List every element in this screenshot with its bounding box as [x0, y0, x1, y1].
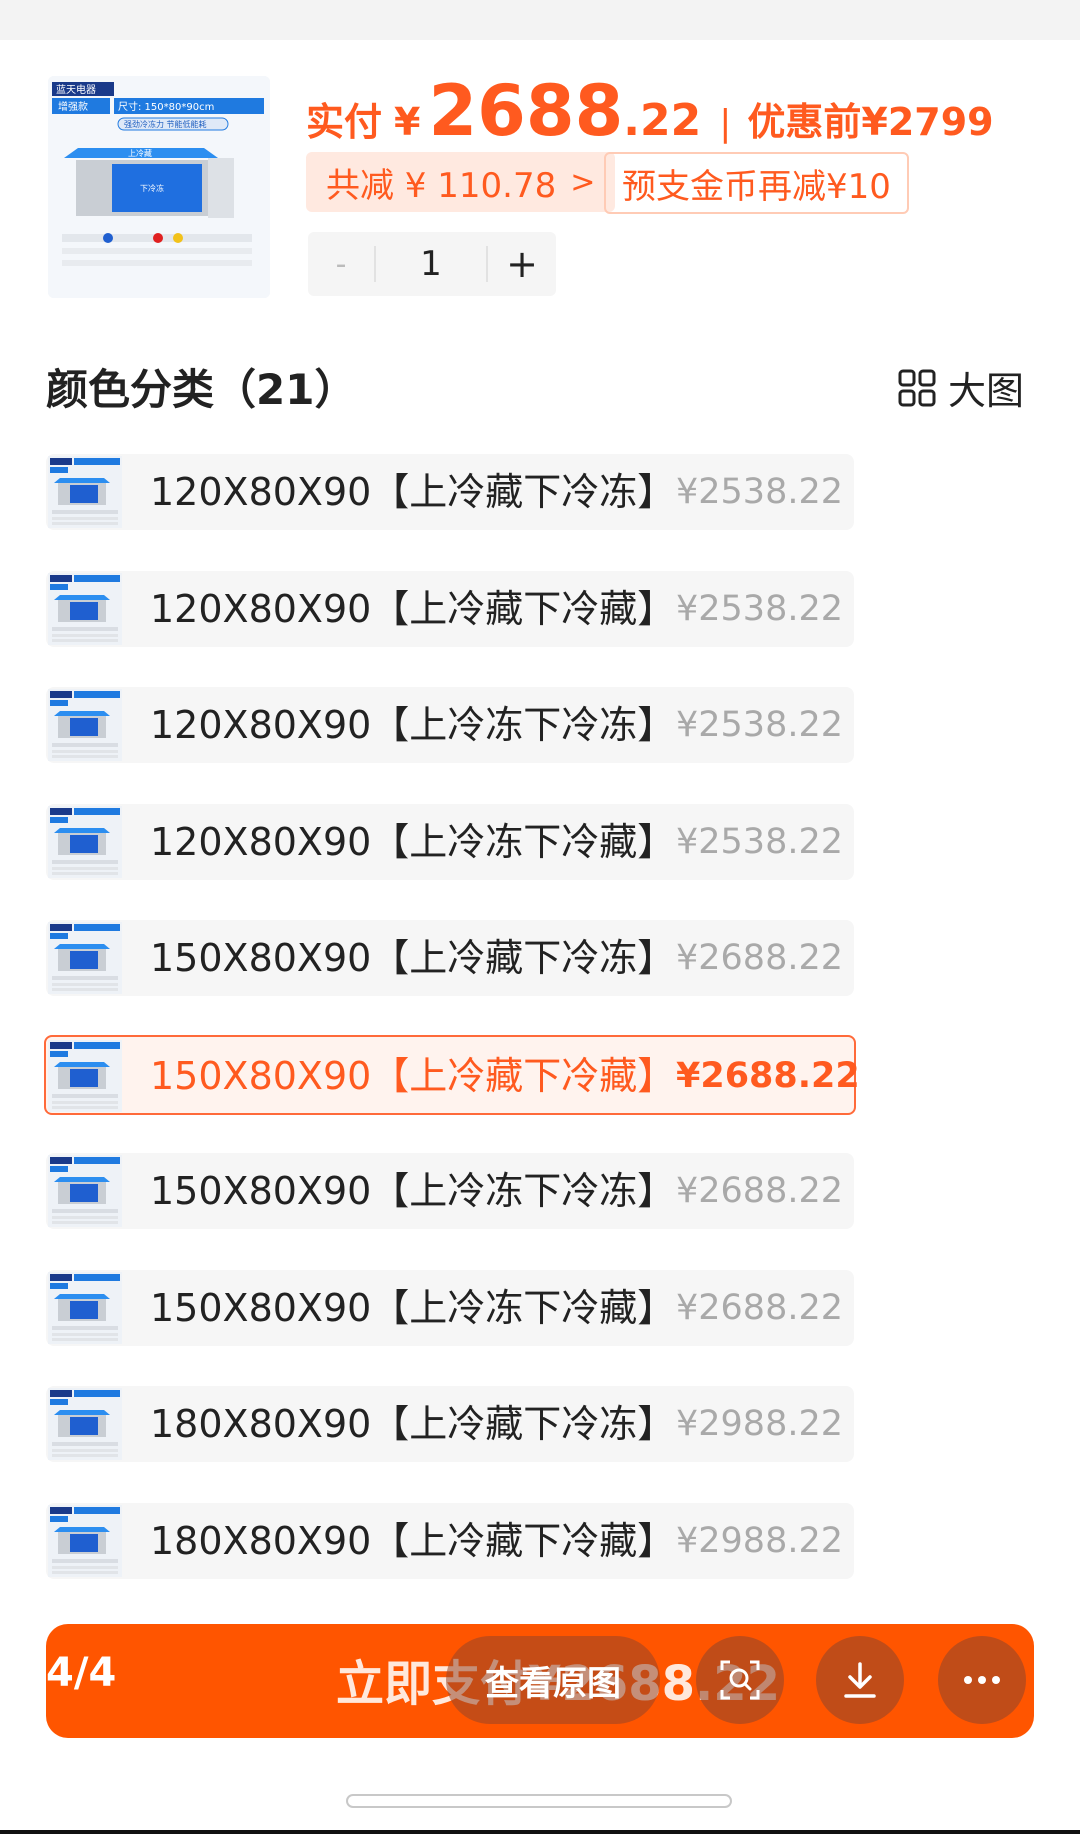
actual-price-line: 实付 ¥ 2688 .22 | 优惠前 ¥2799 [306, 70, 994, 152]
option-thumbnail [48, 572, 122, 645]
svg-text:强劲冷冻力 节能低能耗: 强劲冷冻力 节能低能耗 [124, 119, 207, 129]
option-name: 150X80X90【上冷藏下冷藏】 [150, 1053, 676, 1098]
discount-detail-button[interactable]: 共减 ¥ 110.78 > [306, 152, 616, 212]
big-image-label: 大图 [948, 369, 1025, 413]
option-thumbnail [48, 805, 122, 878]
option-price: ¥2688.22 [676, 1287, 844, 1328]
svg-text:增强款: 增强款 [58, 100, 88, 113]
option-item-selected[interactable]: 150X80X90【上冷藏下冷藏】 ¥2688.22 [44, 1034, 860, 1115]
option-item[interactable]: 120X80X90【上冷冻下冷冻】 ¥2538.22 [46, 687, 854, 763]
option-item[interactable]: 180X80X90【上冷藏下冷冻】 ¥2988.22 [46, 1386, 854, 1462]
option-name: 120X80X90【上冷藏下冷冻】 [150, 470, 676, 514]
view-original-button[interactable]: 查看原图 [446, 1636, 660, 1724]
option-price: ¥2688.22 [676, 1055, 860, 1096]
option-name: 120X80X90【上冷冻下冷藏】 [150, 819, 676, 864]
option-item[interactable]: 120X80X90【上冷藏下冷藏】 ¥2538.22 [46, 570, 854, 647]
image-search-icon [720, 1660, 760, 1700]
more-icon [964, 1676, 1000, 1684]
more-button[interactable] [938, 1636, 1026, 1724]
quantity-stepper: - 1 + [308, 232, 556, 296]
option-item[interactable]: 150X80X90【上冷冻下冷藏】 ¥2688.22 [46, 1269, 854, 1346]
increase-button[interactable]: + [488, 242, 556, 286]
option-name: 150X80X90【上冷冻下冷藏】 [150, 1285, 676, 1330]
option-thumbnail [48, 1039, 122, 1112]
section-title: 颜色分类（21） [46, 365, 357, 414]
svg-text:尺寸: 150*80*90cm: 尺寸: 150*80*90cm [118, 100, 214, 113]
option-thumbnail [48, 456, 122, 528]
option-price: ¥2988.22 [676, 1520, 844, 1561]
option-name: 120X80X90【上冷冻下冷冻】 [150, 703, 676, 747]
big-image-toggle[interactable]: 大图 [898, 360, 1024, 415]
coin-discount-badge[interactable]: 预支金币再减¥10 [604, 152, 909, 214]
option-item[interactable]: 180X80X90【上冷藏下冷藏】 ¥2988.22 [46, 1502, 854, 1579]
quantity-value[interactable]: 1 [376, 244, 486, 284]
option-price: ¥2538.22 [676, 588, 844, 629]
pay-label: 实付 [306, 100, 383, 144]
option-item[interactable]: 150X80X90【上冷冻下冷冻】 ¥2688.22 [46, 1153, 854, 1229]
price-separator: | [719, 103, 732, 144]
option-name: 120X80X90【上冷藏下冷藏】 [150, 586, 676, 631]
download-icon [844, 1662, 876, 1698]
product-image[interactable]: 蓝天电器 增强款 尺寸: 150*80*90cm 强劲冷冻力 节能低能耗 上冷藏… [48, 76, 270, 298]
before-discount-label: 优惠前 [747, 100, 862, 144]
option-name: 180X80X90【上冷藏下冷藏】 [150, 1518, 676, 1563]
image-counter: 4/4 [46, 1650, 117, 1696]
home-indicator [346, 1794, 732, 1808]
option-item[interactable]: 150X80X90【上冷藏下冷冻】 ¥2688.22 [46, 920, 854, 996]
option-price: ¥2538.22 [676, 705, 844, 745]
option-name: 150X80X90【上冷藏下冷冻】 [150, 936, 676, 980]
price-currency: ¥ [394, 100, 421, 144]
option-item[interactable]: 120X80X90【上冷冻下冷藏】 ¥2538.22 [46, 803, 854, 880]
option-thumbnail [48, 1271, 122, 1344]
option-thumbnail [48, 1388, 122, 1460]
before-discount-price: ¥2799 [861, 100, 994, 144]
bottom-edge [0, 1830, 1080, 1834]
decrease-button[interactable]: - [308, 247, 374, 282]
svg-text:下冷冻: 下冷冻 [140, 183, 164, 193]
price-integer: 2688 [428, 70, 624, 152]
price-decimal: .22 [623, 95, 702, 146]
option-name: 150X80X90【上冷冻下冷冻】 [150, 1169, 676, 1213]
download-button[interactable] [816, 1636, 904, 1724]
svg-text:上冷藏: 上冷藏 [128, 148, 152, 158]
grid-icon [898, 369, 936, 406]
option-price: ¥2538.22 [676, 472, 844, 512]
option-thumbnail [48, 922, 122, 994]
option-price: ¥2988.22 [676, 1404, 844, 1444]
option-item[interactable]: 120X80X90【上冷藏下冷冻】 ¥2538.22 [46, 454, 854, 530]
option-price: ¥2688.22 [676, 1171, 844, 1211]
option-thumbnail [48, 689, 122, 761]
svg-text:蓝天电器: 蓝天电器 [56, 83, 96, 96]
option-thumbnail [48, 1504, 122, 1577]
coin-discount-text: 预支金币再减¥10 [622, 166, 891, 207]
option-name: 180X80X90【上冷藏下冷冻】 [150, 1402, 676, 1446]
image-search-button[interactable] [696, 1636, 784, 1724]
top-bar [0, 0, 1080, 40]
option-price: ¥2688.22 [676, 938, 844, 978]
option-price: ¥2538.22 [676, 821, 844, 862]
option-thumbnail [48, 1155, 122, 1227]
chevron-right-icon: > [570, 164, 596, 200]
discount-text: 共减 ¥ 110.78 [326, 165, 557, 206]
